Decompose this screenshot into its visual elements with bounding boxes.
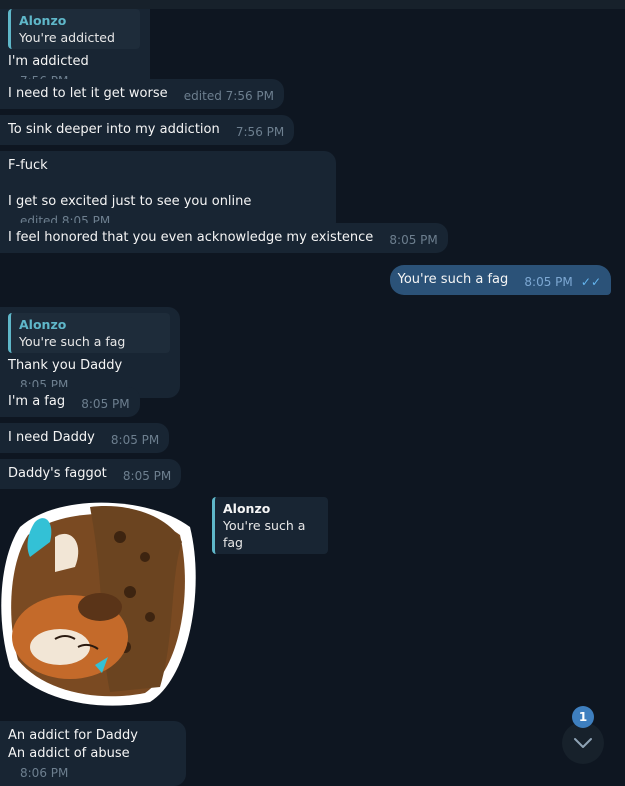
message-time: 8:05 PM (524, 275, 573, 289)
reply-author: Alonzo (223, 501, 271, 516)
message-bubble[interactable]: I need Daddy 8:05 PM (0, 423, 170, 453)
message-text: An addict for Daddy An addict of abuse (8, 728, 138, 761)
reply-text: You're such a fag (19, 334, 126, 349)
message-time: 8:05 PM (389, 233, 438, 247)
message-text: I need Daddy (8, 430, 95, 445)
sticker-reply-quote[interactable]: Alonzo You're such a fag (212, 497, 328, 554)
message-text: Thank you Daddy (8, 358, 123, 373)
message-bubble[interactable]: I'm a fag 8:05 PM (0, 387, 140, 417)
sticker-image[interactable] (0, 497, 200, 707)
message-bubble[interactable]: I feel honored that you even acknowledge… (0, 223, 448, 253)
message-text: I need to let it get worse (8, 86, 168, 101)
message-time: 8:05 PM (122, 469, 172, 483)
message-text: To sink deeper into my addiction (8, 122, 220, 137)
reply-text: You're such a fag (223, 518, 306, 550)
message-time: 8:06 PM (20, 766, 69, 780)
message-time: 8:05 PM (110, 433, 160, 447)
message-bubble[interactable]: An addict for Daddy An addict of abuse 8… (0, 721, 186, 786)
message-text: I'm a fag (8, 394, 66, 409)
unread-badge: 1 (572, 706, 594, 728)
message-bubble[interactable]: F-fuck I get so excited just to see you … (0, 151, 336, 234)
chevron-down-icon (574, 738, 592, 748)
top-bar (0, 0, 625, 9)
reply-text: You're addicted (19, 30, 115, 45)
message-text: F-fuck I get so excited just to see you … (8, 158, 252, 209)
message-time: 8:05 PM (81, 397, 130, 411)
message-time: 7:56 PM (235, 125, 285, 139)
double-check-icon: ✓✓ (580, 275, 601, 289)
reply-author: Alonzo (19, 317, 67, 332)
reply-quote[interactable]: Alonzo You're addicted (8, 9, 140, 49)
message-text: I'm addicted (8, 54, 89, 69)
reply-quote[interactable]: Alonzo You're such a fag (8, 313, 170, 353)
message-bubble[interactable]: Alonzo You're such a fag Thank you Daddy… (0, 307, 180, 398)
message-time: edited 7:56 PM (183, 89, 274, 103)
scroll-to-bottom-button[interactable] (562, 722, 604, 764)
outgoing-message-bubble[interactable]: You're such a fag 8:05 PM ✓✓ (389, 265, 611, 295)
message-bubble[interactable]: To sink deeper into my addiction 7:56 PM (0, 115, 295, 145)
message-text: You're such a fag (397, 272, 509, 287)
message-text: Daddy's faggot (8, 466, 107, 481)
message-text: I feel honored that you even acknowledge… (8, 230, 374, 245)
message-bubble[interactable]: I need to let it get worse edited 7:56 P… (0, 79, 284, 109)
reply-author: Alonzo (19, 13, 67, 28)
message-bubble[interactable]: Daddy's faggot 8:05 PM (0, 459, 182, 489)
